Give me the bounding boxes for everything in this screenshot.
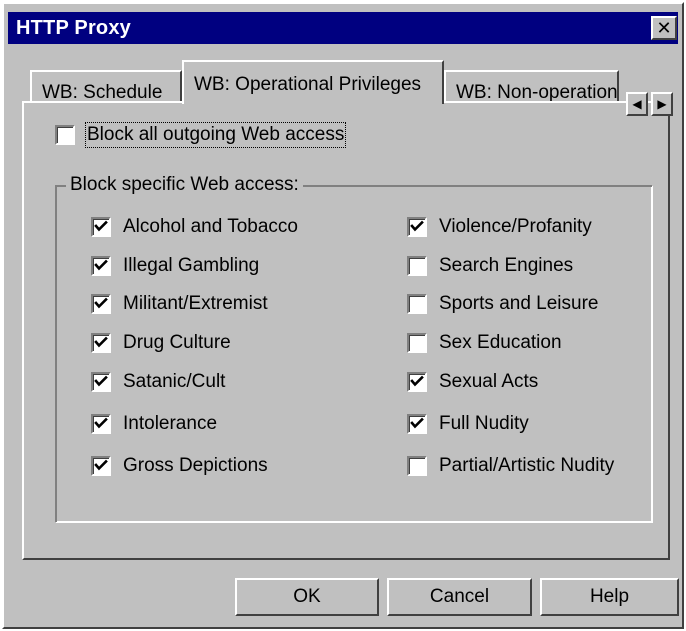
close-icon: ✕ (656, 18, 672, 38)
block-all-label: Block all outgoing Web access (84, 122, 347, 148)
tab-operational-privileges-label: WB: Operational Privileges (194, 74, 422, 95)
tab-schedule-label: WB: Schedule (42, 82, 163, 102)
category-checkbox[interactable] (91, 456, 111, 476)
arrow-right-icon: ▶ (657, 97, 667, 111)
block-all-checkbox[interactable] (55, 125, 75, 145)
category-label: Search Engines (439, 255, 574, 276)
tab-scroll-right-button[interactable]: ▶ (651, 92, 673, 116)
checkmark-icon (94, 259, 108, 271)
group-label: Block specific Web access: (66, 174, 303, 196)
category-checkbox[interactable] (91, 217, 111, 237)
tab-non-operational-label: WB: Non-operation (456, 82, 618, 102)
category-label: Partial/Artistic Nudity (439, 455, 615, 476)
category-checkbox[interactable] (91, 294, 111, 314)
category-label: Intolerance (123, 413, 218, 434)
category-label: Satanic/Cult (123, 371, 226, 392)
category-checkbox[interactable] (91, 333, 111, 353)
checkmark-icon (94, 417, 108, 429)
window-title: HTTP Proxy (16, 17, 131, 39)
category-checkbox[interactable] (407, 294, 427, 314)
category-label: Gross Depictions (123, 455, 268, 476)
tab-scroll-left-button[interactable]: ◀ (626, 92, 648, 116)
checkmark-icon (94, 459, 108, 471)
category-checkbox[interactable] (407, 456, 427, 476)
category-label: Sexual Acts (439, 371, 539, 392)
category-checkbox[interactable] (91, 414, 111, 434)
category-checkbox[interactable] (407, 372, 427, 392)
tab-operational-privileges[interactable]: WB: Operational Privileges (182, 60, 444, 104)
category-checkbox[interactable] (407, 414, 427, 434)
category-label: Militant/Extremist (123, 293, 268, 314)
help-button[interactable]: Help (540, 578, 679, 616)
category-label: Violence/Profanity (439, 216, 592, 237)
checkmark-icon (94, 297, 108, 309)
category-label: Alcohol and Tobacco (123, 216, 298, 237)
category-label: Sex Education (439, 332, 562, 353)
checkmark-icon (410, 220, 424, 232)
category-checkbox[interactable] (91, 372, 111, 392)
close-button[interactable]: ✕ (651, 16, 677, 40)
title-bar[interactable]: HTTP Proxy ✕ (8, 12, 678, 44)
arrow-left-icon: ◀ (632, 97, 642, 111)
category-label: Illegal Gambling (123, 255, 260, 276)
category-checkbox[interactable] (407, 217, 427, 237)
tab-non-operational[interactable]: WB: Non-operation (444, 70, 619, 102)
cancel-button[interactable]: Cancel (387, 578, 532, 616)
category-checkbox[interactable] (407, 333, 427, 353)
checkmark-icon (94, 220, 108, 232)
checkmark-icon (94, 375, 108, 387)
checkmark-icon (410, 417, 424, 429)
ok-button[interactable]: OK (235, 578, 379, 616)
checkmark-icon (94, 336, 108, 348)
category-label: Full Nudity (439, 413, 529, 434)
category-label: Sports and Leisure (439, 293, 599, 314)
category-checkbox[interactable] (91, 256, 111, 276)
category-label: Drug Culture (123, 332, 231, 353)
tab-schedule[interactable]: WB: Schedule (30, 70, 182, 102)
checkmark-icon (410, 375, 424, 387)
category-checkbox[interactable] (407, 256, 427, 276)
